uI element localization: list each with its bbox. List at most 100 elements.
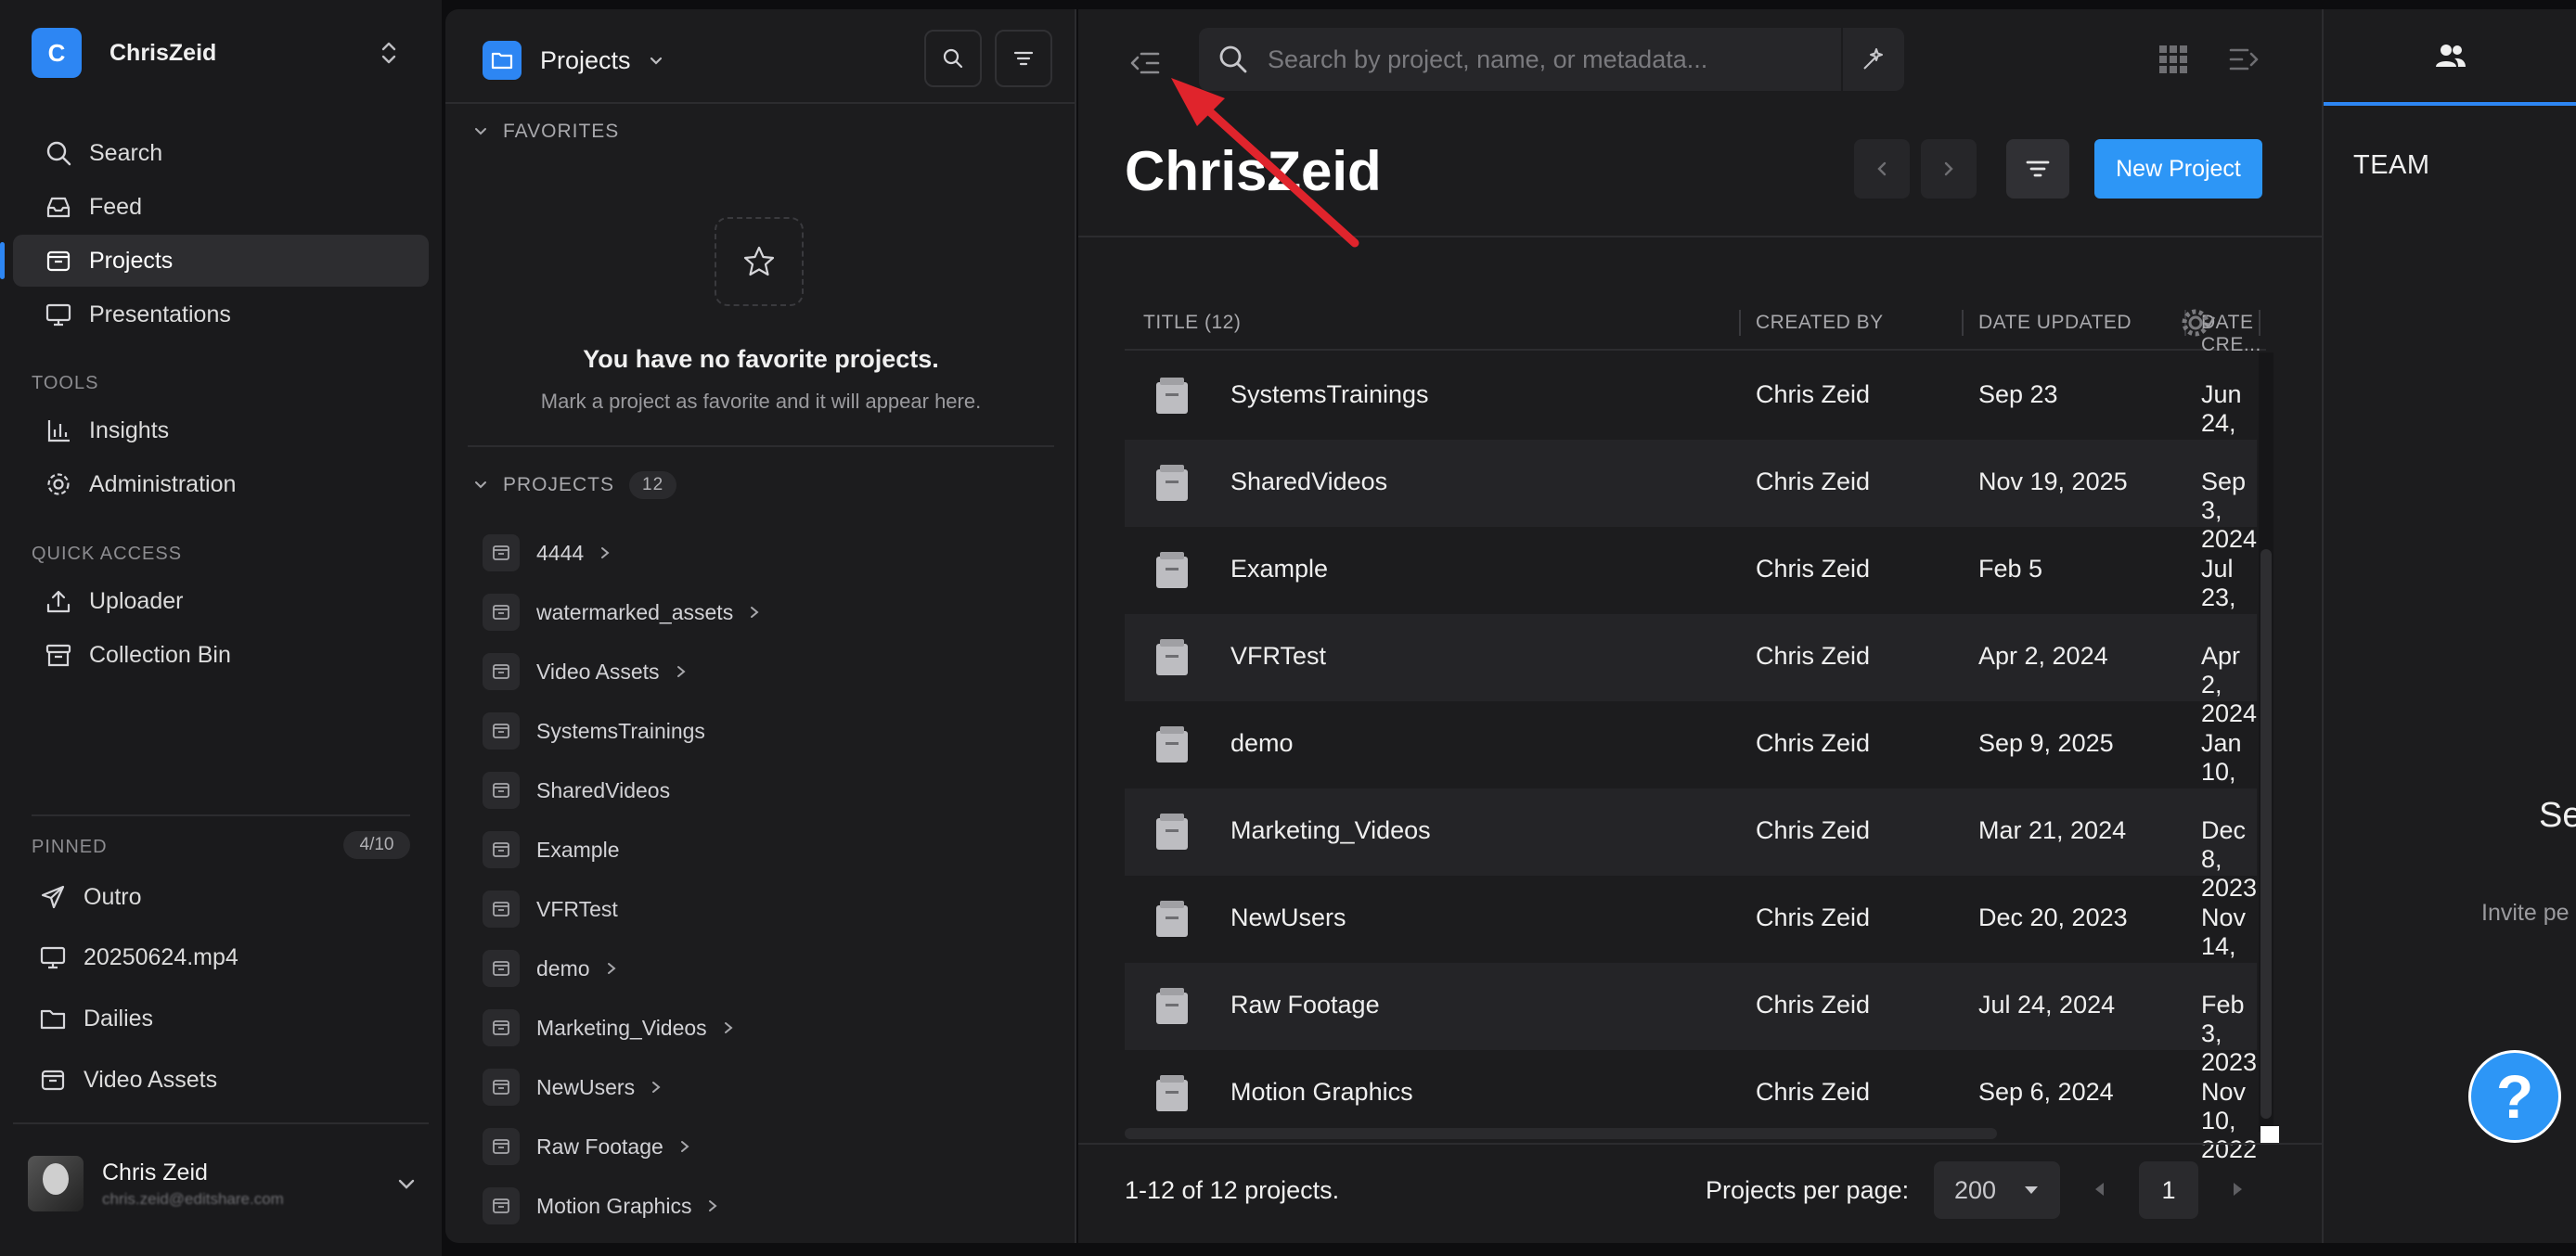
history-back-button[interactable] [1854,139,1910,199]
chevron-right-icon[interactable] [605,961,618,976]
current-page[interactable]: 1 [2139,1161,2198,1219]
history-forward-button[interactable] [1921,139,1977,199]
nav-label: Administration [89,470,237,497]
nav-presentations[interactable]: Presentations [13,288,429,340]
project-tree-item[interactable]: NewUsers [483,1065,663,1109]
project-tree-item[interactable]: SharedVideos [483,768,670,813]
panel-search-button[interactable] [924,30,982,87]
filter-icon [1011,46,1036,70]
table-resize-handle[interactable] [2260,1126,2279,1145]
nav-insights[interactable]: Insights [13,404,429,456]
table-row[interactable]: SystemsTrainings Chris Zeid Sep 23 Jun 24, … [1125,352,2257,466]
nav-uploader[interactable]: Uploader [13,575,429,627]
project-tree-item[interactable]: SystemsTrainings [483,709,705,753]
table-row[interactable]: NewUsersChris ZeidDec 20, 2023Nov 14, 20… [1125,876,2257,989]
vertical-scrollbar-thumb[interactable] [2260,549,2272,1119]
new-project-button[interactable]: New Project [2094,139,2262,199]
column-header-created-by[interactable]: CREATED BY [1756,312,1884,334]
chevron-right-icon[interactable] [650,1080,663,1095]
column-settings-gear-icon[interactable] [2179,306,2216,340]
previous-page-button[interactable] [2079,1169,2119,1210]
project-archive-icon [1154,464,1190,503]
favorites-label: FAVORITES [503,121,620,142]
star-icon [715,217,804,306]
cell-created-by: Chris Zeid [1756,904,1871,931]
column-header-title[interactable]: TITLE (12) [1143,312,1241,334]
per-page-select[interactable]: 200 [1934,1161,2060,1219]
user-menu[interactable]: Chris Zeid chris.zeid@editshare.com [28,1154,418,1213]
nav-projects[interactable]: Projects [0,235,429,287]
pinned-count-badge: 4/10 [343,831,410,859]
search-input[interactable] [1268,45,1841,74]
horizontal-scrollbar[interactable] [1125,1128,1997,1139]
projects-dropdown[interactable]: Projects [483,37,664,83]
cell-title[interactable]: Marketing_Videos [1230,816,1431,845]
tab-team[interactable] [2324,9,2576,106]
chevron-right-icon[interactable] [675,664,688,679]
pinned-item[interactable]: 20250624.mp4 [13,931,429,983]
table-row[interactable]: demoChris ZeidSep 9, 2025Jan 10, 2024 [1125,701,2257,814]
nav-search[interactable]: Search [13,127,429,179]
project-tree-item[interactable]: Raw Footage [483,1124,691,1169]
collapse-sidebar-button[interactable] [1125,43,1166,83]
panel-filter-button[interactable] [995,30,1052,87]
project-tree-item[interactable]: 4444 [483,531,612,575]
project-tree-item[interactable]: Example [483,827,619,872]
project-box-icon [483,891,520,928]
quick-access-label: QUICK ACCESS [32,544,183,564]
projects-panel: Projects FAVORITES You have no favorite … [445,9,1076,1243]
workspace-avatar: C [32,28,82,78]
table-row[interactable]: Motion Graphics Chris Zeid Sep 6, 2024 Nov … [1125,1050,2257,1163]
cell-title[interactable]: Motion Graphics [1230,1078,1413,1107]
chevron-right-icon[interactable] [722,1020,735,1035]
column-resize-handle[interactable] [1962,310,1964,336]
cell-date-updated: Mar 21, 2024 [1978,816,2127,844]
cell-title[interactable]: SharedVideos [1230,468,1387,496]
ai-search-button[interactable] [1841,28,1904,91]
column-resize-handle[interactable] [2259,310,2260,336]
column-header-date-updated[interactable]: DATE UPDATED [1978,312,2132,334]
updown-chevron-icon [375,34,403,71]
project-tree-item[interactable]: Motion Graphics [483,1184,719,1228]
nav-feed[interactable]: Feed [13,181,429,233]
table-row[interactable]: SharedVideos Chris Zeid Nov 19, 2025 Sep 3,… [1125,440,2257,553]
collapse-right-panel-button[interactable] [2222,37,2266,82]
cell-title[interactable]: NewUsers [1230,904,1346,932]
help-button[interactable]: ? [2468,1050,2561,1143]
folder-icon [483,41,522,80]
chevron-right-icon[interactable] [748,605,761,620]
cell-title[interactable]: Example [1230,555,1328,583]
table-row[interactable]: VFRTest Chris Zeid Apr 2, 2024 Apr 2, 2024 [1125,614,2257,727]
project-tree-item[interactable]: demo [483,946,618,991]
chevron-right-icon[interactable] [706,1198,719,1213]
column-resize-handle[interactable] [1739,310,1741,336]
nav-collection-bin[interactable]: Collection Bin [13,629,429,681]
filter-button[interactable] [2006,139,2069,199]
project-tree-item[interactable]: watermarked_assets [483,590,761,634]
project-tree-item[interactable]: Video Assets [483,649,688,694]
table-row[interactable]: Marketing_Videos Chris Zeid Mar 21, 2024 De… [1125,788,2257,902]
table-header: TITLE (12) CREATED BY DATE UPDATED DATE … [1125,295,2266,355]
pinned-item[interactable]: Dailies [13,993,429,1045]
table-row[interactable]: ExampleChris ZeidFeb 5Jul 23, 2024 [1125,527,2257,640]
favorites-group-toggle[interactable]: FAVORITES [473,121,619,143]
workspace-switcher[interactable]: C ChrisZeid [32,28,403,78]
project-archive-icon [1154,1074,1190,1113]
project-tree-item[interactable]: VFRTest [483,887,618,931]
pinned-item[interactable]: Outro [13,871,429,923]
cell-title[interactable]: Raw Footage [1230,991,1380,1019]
project-tree-item[interactable]: Marketing_Videos [483,1006,735,1050]
nav-administration[interactable]: Administration [13,458,429,510]
table-row[interactable]: Raw Footage Chris Zeid Jul 24, 2024 Feb 3, … [1125,963,2257,1076]
grid-view-button[interactable] [2151,37,2196,82]
cell-title[interactable]: VFRTest [1230,642,1326,671]
pinned-item[interactable]: Video Assets [13,1054,429,1106]
chevron-right-icon[interactable] [678,1139,691,1154]
cell-title[interactable]: SystemsTrainings [1230,380,1429,409]
project-tree-label: watermarked_assets [536,599,734,624]
projects-group-toggle[interactable]: PROJECTS 12 [473,471,677,499]
next-page-button[interactable] [2218,1169,2259,1210]
cell-title[interactable]: demo [1230,729,1294,758]
chevron-right-icon[interactable] [599,545,612,560]
sidebar-divider [32,814,410,816]
